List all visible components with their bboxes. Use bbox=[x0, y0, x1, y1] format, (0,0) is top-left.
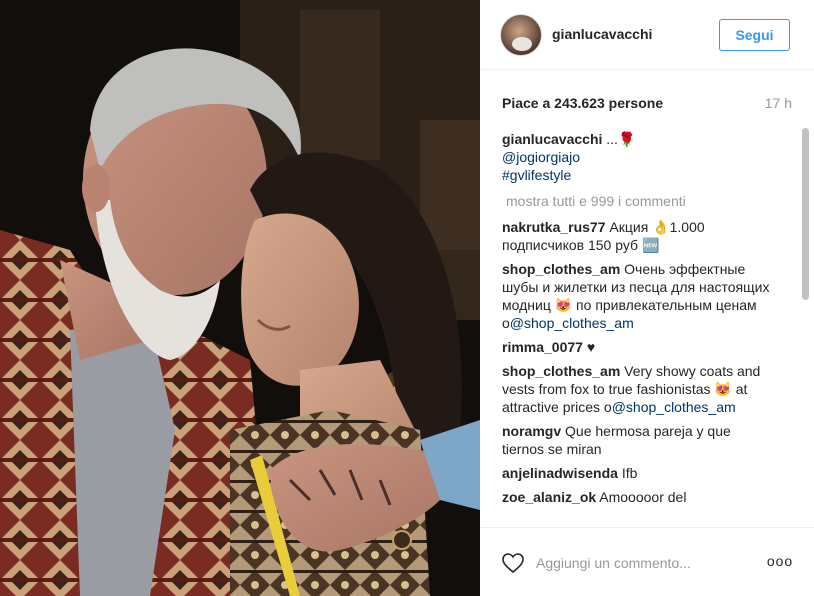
add-comment-input[interactable] bbox=[536, 552, 736, 574]
more-options-icon[interactable]: ooo bbox=[765, 554, 795, 572]
scrollbar-thumb[interactable] bbox=[802, 128, 809, 300]
caption-username[interactable]: gianlucavacchi bbox=[502, 131, 602, 147]
comment-item: nakrutka_rus77 Акция 👌1.000 подписчиков … bbox=[502, 218, 772, 254]
comment-item: zoe_alaniz_ok Amooooor del bbox=[502, 488, 772, 506]
likes-count[interactable]: Piace a 243.623 persone bbox=[502, 95, 663, 111]
new-badge-emoji-icon: 🆕 bbox=[641, 237, 660, 253]
avatar[interactable] bbox=[500, 14, 542, 56]
comment-text: Ifb bbox=[617, 465, 638, 481]
follow-button[interactable]: Segui bbox=[719, 19, 790, 51]
comment-username[interactable]: nakrutka_rus77 bbox=[502, 219, 606, 235]
post-header: gianlucavacchi Segui bbox=[480, 0, 814, 70]
comment-mention[interactable]: @shop_clothes_am bbox=[510, 315, 634, 331]
caption-mention[interactable]: @jogiorgiajo bbox=[502, 149, 580, 165]
comment-item: shop_clothes_am Очень эффектные шубы и ж… bbox=[502, 260, 772, 332]
likes-row: Piace a 243.623 persone 17 h bbox=[502, 95, 792, 113]
comment-username[interactable]: anjelinadwisenda bbox=[502, 465, 618, 481]
avatar-portrait bbox=[512, 37, 532, 51]
heart-eyes-cat-emoji-icon: 😻 bbox=[554, 297, 573, 313]
comment-text: Amooooor del bbox=[596, 489, 687, 505]
load-more-comments[interactable]: mostra tutti e 999 i commenti bbox=[502, 192, 772, 210]
comment-username[interactable]: noramgv bbox=[502, 423, 561, 439]
comments-list[interactable]: gianlucavacchi ...🌹 @jogiorgiajo #gvlife… bbox=[502, 130, 772, 528]
post-photo-illustration bbox=[0, 0, 480, 596]
rose-emoji-icon: 🌹 bbox=[617, 131, 636, 147]
post-photo[interactable] bbox=[0, 0, 480, 596]
comment-text: Акция bbox=[605, 219, 653, 235]
caption: gianlucavacchi ...🌹 @jogiorgiajo #gvlife… bbox=[502, 130, 772, 184]
comment-username[interactable]: zoe_alaniz_ok bbox=[502, 489, 596, 505]
comment-footer: ooo bbox=[480, 527, 814, 596]
comments-scrollbar[interactable] bbox=[802, 128, 809, 526]
comment-username[interactable]: shop_clothes_am bbox=[502, 261, 620, 277]
comment-text: ♥ bbox=[582, 339, 596, 355]
comment-mention[interactable]: @shop_clothes_am bbox=[612, 399, 736, 415]
ok-hand-emoji-icon: 👌 bbox=[652, 219, 670, 235]
comment-item: rimma_0077 ♥ bbox=[502, 338, 772, 356]
post-details-panel: gianlucavacchi Segui Piace a 243.623 per… bbox=[480, 0, 814, 596]
post-username[interactable]: gianlucavacchi bbox=[552, 26, 652, 42]
caption-hashtag[interactable]: #gvlifestyle bbox=[502, 167, 571, 183]
comment-item: shop_clothes_am Very showy coats and ves… bbox=[502, 362, 772, 416]
comment-item: noramgv Que hermosa pareja y que tiernos… bbox=[502, 422, 772, 458]
comment-item: anjelinadwisenda Ifb bbox=[502, 464, 772, 482]
comment-username[interactable]: shop_clothes_am bbox=[502, 363, 620, 379]
post-time[interactable]: 17 h bbox=[765, 95, 792, 111]
caption-text: ... bbox=[602, 131, 618, 147]
heart-outline-icon[interactable] bbox=[501, 552, 525, 574]
heart-eyes-cat-emoji-icon: 😻 bbox=[714, 381, 732, 397]
comment-username[interactable]: rimma_0077 bbox=[502, 339, 583, 355]
